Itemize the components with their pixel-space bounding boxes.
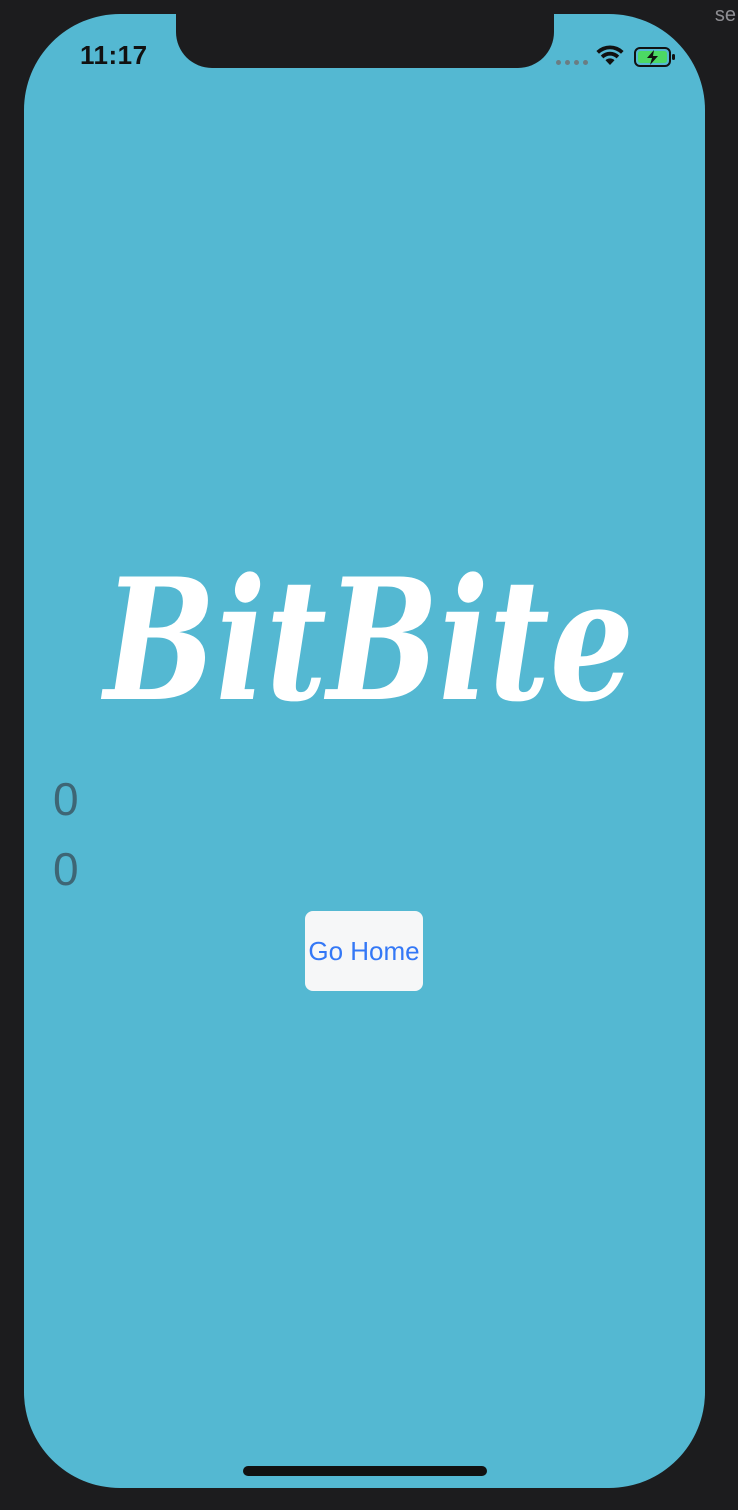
counter-value-2: 0 xyxy=(53,843,79,895)
home-indicator[interactable] xyxy=(243,1466,487,1476)
app-screen: 11:17 BitBite 0 0 Go Home xyxy=(24,14,705,1488)
window-edge-label: se xyxy=(714,4,736,26)
status-time: 11:17 xyxy=(80,40,148,70)
wifi-icon xyxy=(596,45,624,65)
device-frame: se 11:17 BitBite 0 0 Go Home xyxy=(0,0,738,1510)
battery-charging-icon xyxy=(634,47,675,67)
counter-value-1: 0 xyxy=(53,773,79,825)
bitbite-logo-graphic: BitBite xyxy=(101,541,634,739)
cellular-dots-icon xyxy=(556,60,588,65)
device-notch xyxy=(176,14,554,68)
go-home-button[interactable]: Go Home xyxy=(305,911,423,991)
bitbite-logo: BitBite xyxy=(94,534,644,754)
logo-text: BitBite xyxy=(101,541,634,739)
